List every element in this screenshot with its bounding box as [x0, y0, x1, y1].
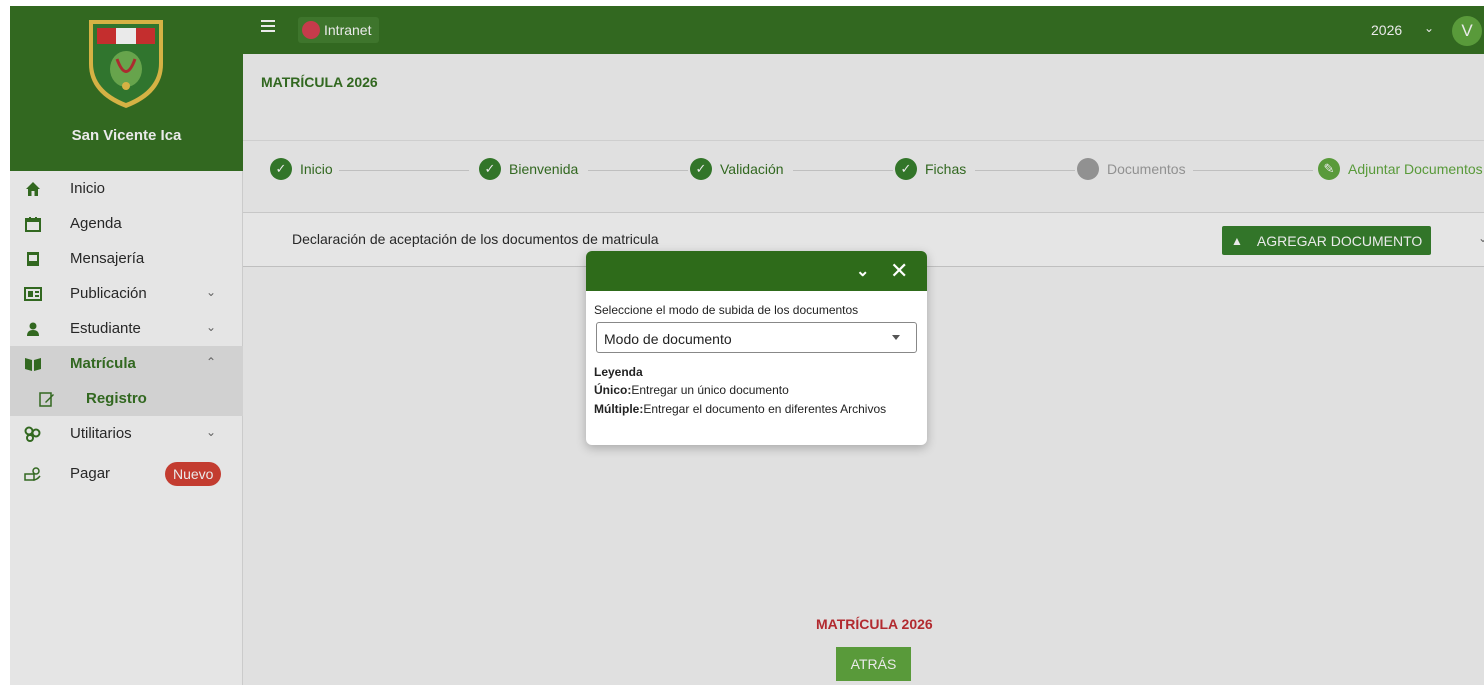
- caret-down-icon: [892, 335, 900, 340]
- select-value: Modo de documento: [604, 331, 732, 347]
- legend-desc: Entregar un único documento: [631, 383, 789, 397]
- legend-term: Único:: [594, 383, 632, 397]
- close-icon[interactable]: ✕: [890, 258, 908, 284]
- legend-term: Múltiple:: [594, 402, 644, 416]
- document-mode-select[interactable]: Modo de documento: [596, 322, 917, 353]
- upload-mode-prompt: Seleccione el modo de subida de los docu…: [594, 303, 859, 317]
- chevron-down-icon[interactable]: ⌄: [856, 261, 869, 281]
- legend-item: Múltiple:Entregar el documento en difere…: [594, 402, 886, 416]
- upload-mode-modal: ⌄ ✕ Seleccione el modo de subida de los …: [586, 251, 927, 445]
- legend-desc: Entregar el documento en diferentes Arch…: [643, 402, 887, 416]
- legend-item: Único:Entregar un único documento: [594, 383, 789, 397]
- legend-title: Leyenda: [594, 365, 643, 379]
- modal-header: ⌄ ✕: [586, 251, 927, 291]
